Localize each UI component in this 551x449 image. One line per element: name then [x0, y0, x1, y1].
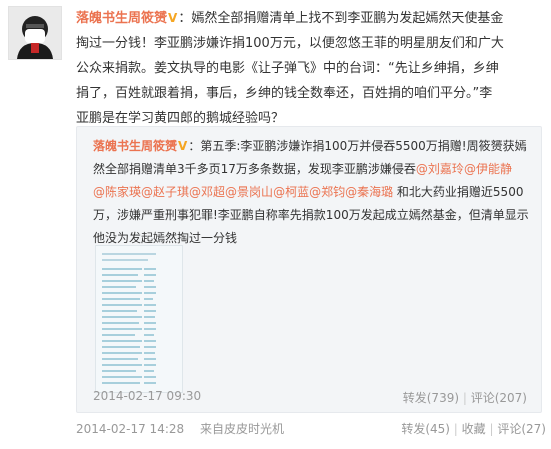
mention-link[interactable]: @郑钧 — [309, 185, 345, 199]
verified-v-icon: V — [178, 139, 188, 153]
document-thumbnail[interactable] — [95, 245, 183, 393]
document-thumbnail-icon — [96, 246, 182, 392]
separator: | — [453, 422, 462, 436]
post-timestamp[interactable]: 2014-02-17 14:28 — [76, 422, 184, 436]
post-text-line: 掏过一分钱！李亚鹏涉嫌诈捐100万元，以便忽悠王菲的明星朋友们和广大 — [76, 36, 504, 51]
reposted-repost-link[interactable]: 转发(739) — [403, 391, 459, 405]
post-source[interactable]: 来自皮皮时光机 — [200, 422, 284, 436]
repost-link[interactable]: 转发(45) — [401, 422, 450, 436]
comment-link[interactable]: 评论(27) — [497, 422, 546, 436]
reposted-comment-link[interactable]: 评论(207) — [471, 391, 527, 405]
reposted-line: @陈家瑛@赵子琪@邓超@景岗山@柯蓝@郑钧@秦海璐 和北大药业捐赠近5500 — [93, 181, 533, 204]
reposted-actions: 转发(739) | 评论(207) — [403, 389, 527, 406]
post-line: 落魄书生周筱赟V：嫣然全部捐赠清单上找不到李亚鹏为发起嫣然天使基金 — [76, 6, 544, 31]
reposted-weibo-card: 落魄书生周筱赟V：第五季:李亚鹏涉嫌诈捐100万并侵吞5500万捐赠!周筱赟获嫣… — [76, 126, 542, 413]
reposted-author-link[interactable]: 落魄书生周筱赟 — [93, 139, 177, 153]
reposted-text: 落魄书生周筱赟V：第五季:李亚鹏涉嫌诈捐100万并侵吞5500万捐赠!周筱赟获嫣… — [93, 135, 533, 250]
mention-link[interactable]: @秦海璐 — [345, 185, 393, 199]
post-actions: 转发(45) | 收藏 | 评论(27) — [401, 420, 546, 437]
post-author-link[interactable]: 落魄书生周筱赟 — [76, 11, 167, 26]
post-text-line: ：嫣然全部捐赠清单上找不到李亚鹏为发起嫣然天使基金 — [178, 11, 504, 26]
mention-link[interactable]: @柯蓝 — [273, 185, 309, 199]
mention-link[interactable]: @景岗山 — [225, 185, 273, 199]
mention-link[interactable]: @伊能静 — [464, 162, 512, 176]
mention-link[interactable]: @邓超 — [189, 185, 225, 199]
reposted-line: 然全部捐赠清单3千多页17万多条数据，发现李亚鹏涉嫌侵吞@刘嘉玲@伊能静 — [93, 158, 533, 181]
avatar-photo-icon — [9, 7, 61, 59]
reposted-timestamp[interactable]: 2014-02-17 09:30 — [93, 389, 201, 403]
mention-link[interactable]: @赵子琪 — [141, 185, 189, 199]
verified-v-icon: V — [168, 11, 178, 25]
favorite-link[interactable]: 收藏 — [462, 422, 486, 436]
reposted-text-line: 然全部捐赠清单3千多页17万多条数据，发现李亚鹏涉嫌侵吞 — [93, 162, 416, 176]
post-text-line: 公众来捐款。姜文执导的电影《让子弹飞》中的台词：“先让乡绅捐，乡绅 — [76, 61, 499, 76]
mention-link[interactable]: @刘嘉玲 — [416, 162, 464, 176]
mention-link[interactable]: @陈家瑛 — [93, 185, 141, 199]
post-footer: 2014-02-17 14:28 来自皮皮时光机 转发(45) | 收藏 | 评… — [76, 420, 546, 440]
reposted-text-line: 和北大药业捐赠近5500 — [393, 185, 524, 199]
reposted-text-line: 万，涉嫌严重刑事犯罪!李亚鹏自称率先捐款100万发起成立嫣然基金，但清单显示 — [93, 208, 529, 222]
avatar[interactable] — [8, 6, 62, 60]
separator: | — [462, 391, 471, 405]
post-body: 落魄书生周筱赟V：嫣然全部捐赠清单上找不到李亚鹏为发起嫣然天使基金 掏过一分钱！… — [76, 6, 544, 131]
post-text-line: 捐了，百姓就跟着捐，事后，乡绅的钱全数奉还，百姓捐的咱们平分。”李 — [76, 86, 493, 101]
reposted-line: 落魄书生周筱赟V：第五季:李亚鹏涉嫌诈捐100万并侵吞5500万捐赠!周筱赟获嫣 — [93, 135, 533, 158]
reposted-text-line: ：第五季:李亚鹏涉嫌诈捐100万并侵吞5500万捐赠!周筱赟获嫣 — [188, 139, 527, 153]
